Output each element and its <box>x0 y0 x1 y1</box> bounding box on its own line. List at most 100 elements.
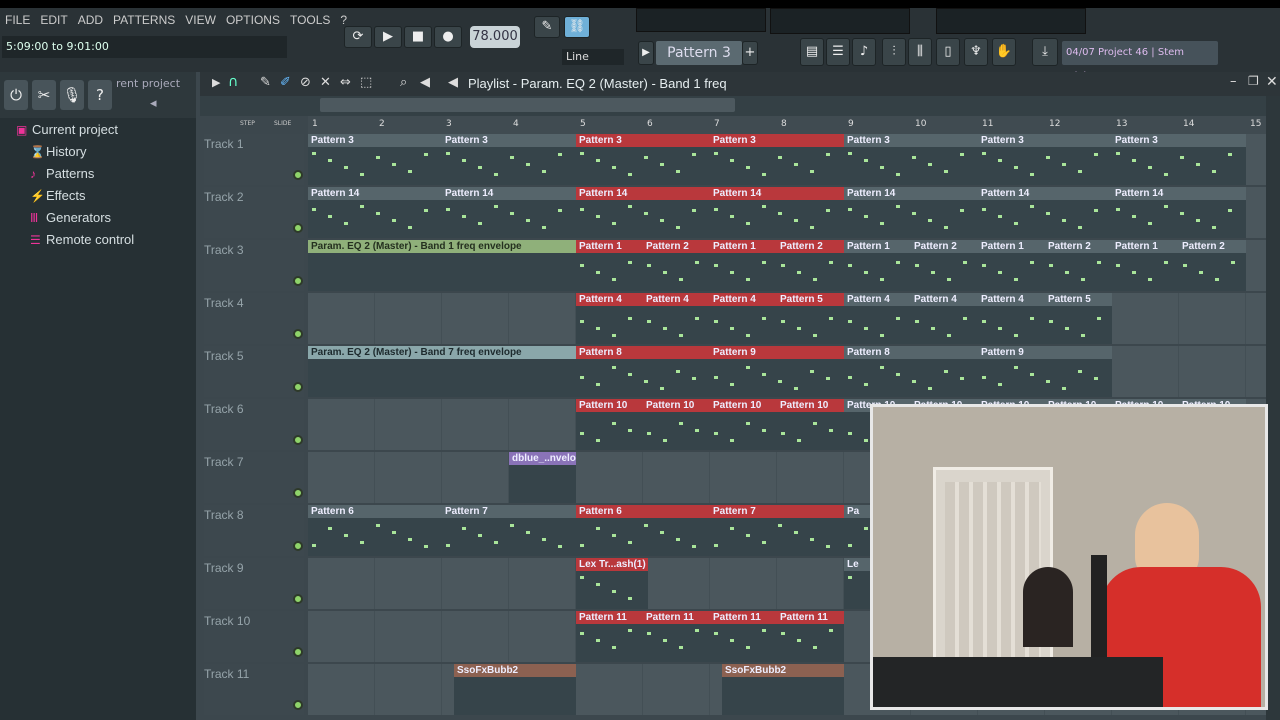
playlist-clip[interactable]: Pattern 9 <box>978 346 1112 397</box>
zoom-tool-icon[interactable]: ⌕ <box>400 75 407 90</box>
magnet-icon[interactable]: ∩ <box>228 74 238 90</box>
browser-item-generators[interactable]: Ⅲ Generators <box>30 210 111 225</box>
playlist-clip[interactable]: Pattern 3 <box>978 134 1112 185</box>
track-enable-icon[interactable] <box>293 647 303 657</box>
track-label[interactable]: Track 8 <box>204 505 304 556</box>
playlist-clip[interactable]: Pattern 5 <box>1045 293 1112 344</box>
draw-tool-icon[interactable]: ✎ <box>260 75 271 90</box>
track-label[interactable]: Track 9 <box>204 558 304 609</box>
track-enable-icon[interactable] <box>293 170 303 180</box>
snap-selector[interactable]: Line <box>562 49 624 65</box>
pattern-add-button[interactable]: + <box>742 41 758 65</box>
timeline-ruler[interactable]: 1 2 3 4 5 6 7 8 9 10 11 12 13 14 15 <box>308 116 1268 134</box>
playlist-clip[interactable]: Pattern 4 <box>643 293 710 344</box>
playlist-clip[interactable]: Pattern 14 <box>844 187 978 238</box>
playlist-clip[interactable]: Lex Tr...ash(1) <box>576 558 648 609</box>
track-label[interactable]: Track 10 <box>204 611 304 662</box>
browser-item-remote-control[interactable]: ☰ Remote control <box>30 232 134 247</box>
plugin-icon[interactable]: ♆ <box>964 38 988 66</box>
browser-item-effects[interactable]: ⚡ Effects <box>30 188 86 203</box>
playlist-clip[interactable]: Pattern 3 <box>308 134 442 185</box>
slip-tool-icon[interactable]: ⇔ <box>340 75 351 90</box>
playlist-clip[interactable]: Pattern 11 <box>710 611 777 662</box>
playlist-clip[interactable]: Param. EQ 2 (Master) - Band 7 freq envel… <box>308 346 576 397</box>
maximize-button[interactable]: ❐ <box>1248 74 1259 88</box>
menu-item-add[interactable]: ADD <box>73 11 108 29</box>
track-enable-icon[interactable] <box>293 700 303 710</box>
playlist-clip[interactable]: Param. EQ 2 (Master) - Band 1 freq envel… <box>308 240 576 291</box>
browser-item-history[interactable]: ⌛ History <box>30 144 86 159</box>
channel-rack-icon[interactable]: ☰ <box>826 38 850 66</box>
playlist-clip[interactable]: SsoFxBubb2 <box>722 664 844 715</box>
playlist-clip[interactable]: dblue_..nvelope <box>509 452 576 503</box>
playlist-clip[interactable]: SsoFxBubb2 <box>454 664 576 715</box>
playlist-clip[interactable]: Pattern 14 <box>442 187 576 238</box>
mute-tool-icon[interactable]: ✕ <box>320 75 331 90</box>
tempo-display[interactable]: 78.000 <box>470 26 520 48</box>
playlist-clip[interactable]: Pattern 14 <box>576 187 710 238</box>
record-button[interactable]: ● <box>434 26 462 48</box>
track-enable-icon[interactable] <box>293 329 303 339</box>
speaker-icon[interactable]: ◂ <box>150 96 157 111</box>
playlist-clip[interactable]: Pattern 11 <box>643 611 710 662</box>
playlist-clip[interactable]: Pattern 4 <box>576 293 643 344</box>
playlist-clip[interactable]: Pattern 9 <box>710 346 844 397</box>
horizontal-scrollbar[interactable] <box>320 98 735 112</box>
paint-tool-icon[interactable]: ✐ <box>280 75 291 90</box>
playlist-clip[interactable]: Pattern 3 <box>442 134 576 185</box>
playlist-clip[interactable]: Pattern 5 <box>777 293 844 344</box>
playlist-clip[interactable]: Pattern 2 <box>911 240 978 291</box>
playlist-clip[interactable]: Pattern 2 <box>643 240 710 291</box>
power-icon[interactable]: ⏻ <box>4 80 28 110</box>
playlist-clip[interactable]: Pattern 3 <box>844 134 978 185</box>
playlist-clip[interactable]: Pattern 7 <box>442 505 576 556</box>
menu-item-file[interactable]: FILE <box>0 11 35 29</box>
play-arrow-icon[interactable]: ▶ <box>212 76 220 89</box>
menu-item-options[interactable]: OPTIONS <box>221 11 285 29</box>
playlist-clip[interactable]: Pattern 11 <box>777 611 844 662</box>
file-icon[interactable]: ▯ <box>936 38 960 66</box>
playlist-clip[interactable]: Pattern 2 <box>1179 240 1246 291</box>
menu-item-view[interactable]: VIEW <box>180 11 221 29</box>
track-lane[interactable]: Pattern 3 Pattern 3 Pattern 3 Pattern 3 Patt… <box>308 134 1266 185</box>
pattern-selector[interactable]: Pattern 3 <box>656 41 742 65</box>
playlist-clip[interactable]: Pattern 10 <box>576 399 643 450</box>
playlist-clip[interactable]: Pattern 7 <box>710 505 844 556</box>
browser-item-patterns[interactable]: ♪ Patterns <box>30 166 94 181</box>
track-label[interactable]: Track 5 <box>204 346 304 397</box>
playlist-clip[interactable]: Pattern 11 <box>576 611 643 662</box>
menu-item-edit[interactable]: EDIT <box>35 11 72 29</box>
download-icon[interactable]: ⤓ <box>1032 38 1058 66</box>
playlist-clip[interactable]: Pattern 3 <box>1112 134 1246 185</box>
playlist-clip[interactable]: Pattern 2 <box>777 240 844 291</box>
track-enable-icon[interactable] <box>293 223 303 233</box>
scissors-icon[interactable]: ✂ <box>32 80 56 110</box>
playlist-clip[interactable]: Pattern 6 <box>576 505 710 556</box>
playlist-clip[interactable]: Pattern 6 <box>308 505 442 556</box>
track-lane[interactable]: Pattern 14 Pattern 14 Pattern 14 Pattern 14… <box>308 187 1266 238</box>
playlist-clip[interactable]: Pattern 14 <box>978 187 1112 238</box>
browser-icon[interactable]: ⫼ <box>908 38 932 66</box>
select-tool-icon[interactable]: ⬚ <box>360 75 372 90</box>
track-label[interactable]: Track 4 <box>204 293 304 344</box>
track-enable-icon[interactable] <box>293 488 303 498</box>
playlist-clip[interactable]: Pattern 4 <box>844 293 911 344</box>
playlist-clip[interactable]: Pattern 8 <box>576 346 710 397</box>
stop-button[interactable]: ■ <box>404 26 432 48</box>
pattern-prev-button[interactable]: ▶ <box>638 41 654 65</box>
playlist-clip[interactable]: Pattern 1 <box>710 240 777 291</box>
mic-icon[interactable]: 🎙 <box>60 80 84 110</box>
playlist-clip[interactable]: Pattern 1 <box>1112 240 1179 291</box>
playlist-clip[interactable]: Pattern 2 <box>1045 240 1112 291</box>
track-enable-icon[interactable] <box>293 541 303 551</box>
loop-mode-button[interactable]: ⟳ <box>344 26 372 48</box>
track-lane[interactable]: Pattern 4 Pattern 4 Pattern 4 Pattern 5 Patt… <box>308 293 1266 344</box>
speaker-icon[interactable]: ◀ <box>448 75 458 90</box>
track-label[interactable]: Track 7 <box>204 452 304 503</box>
browser-item-current-project[interactable]: ▣ Current project <box>16 122 118 137</box>
link-icon[interactable]: ⛓ <box>564 16 590 38</box>
project-title[interactable]: 04/07 Project 46 | Stem Mixing <box>1062 41 1218 82</box>
playlist-clip[interactable]: Pattern 1 <box>844 240 911 291</box>
track-enable-icon[interactable] <box>293 594 303 604</box>
track-enable-icon[interactable] <box>293 435 303 445</box>
